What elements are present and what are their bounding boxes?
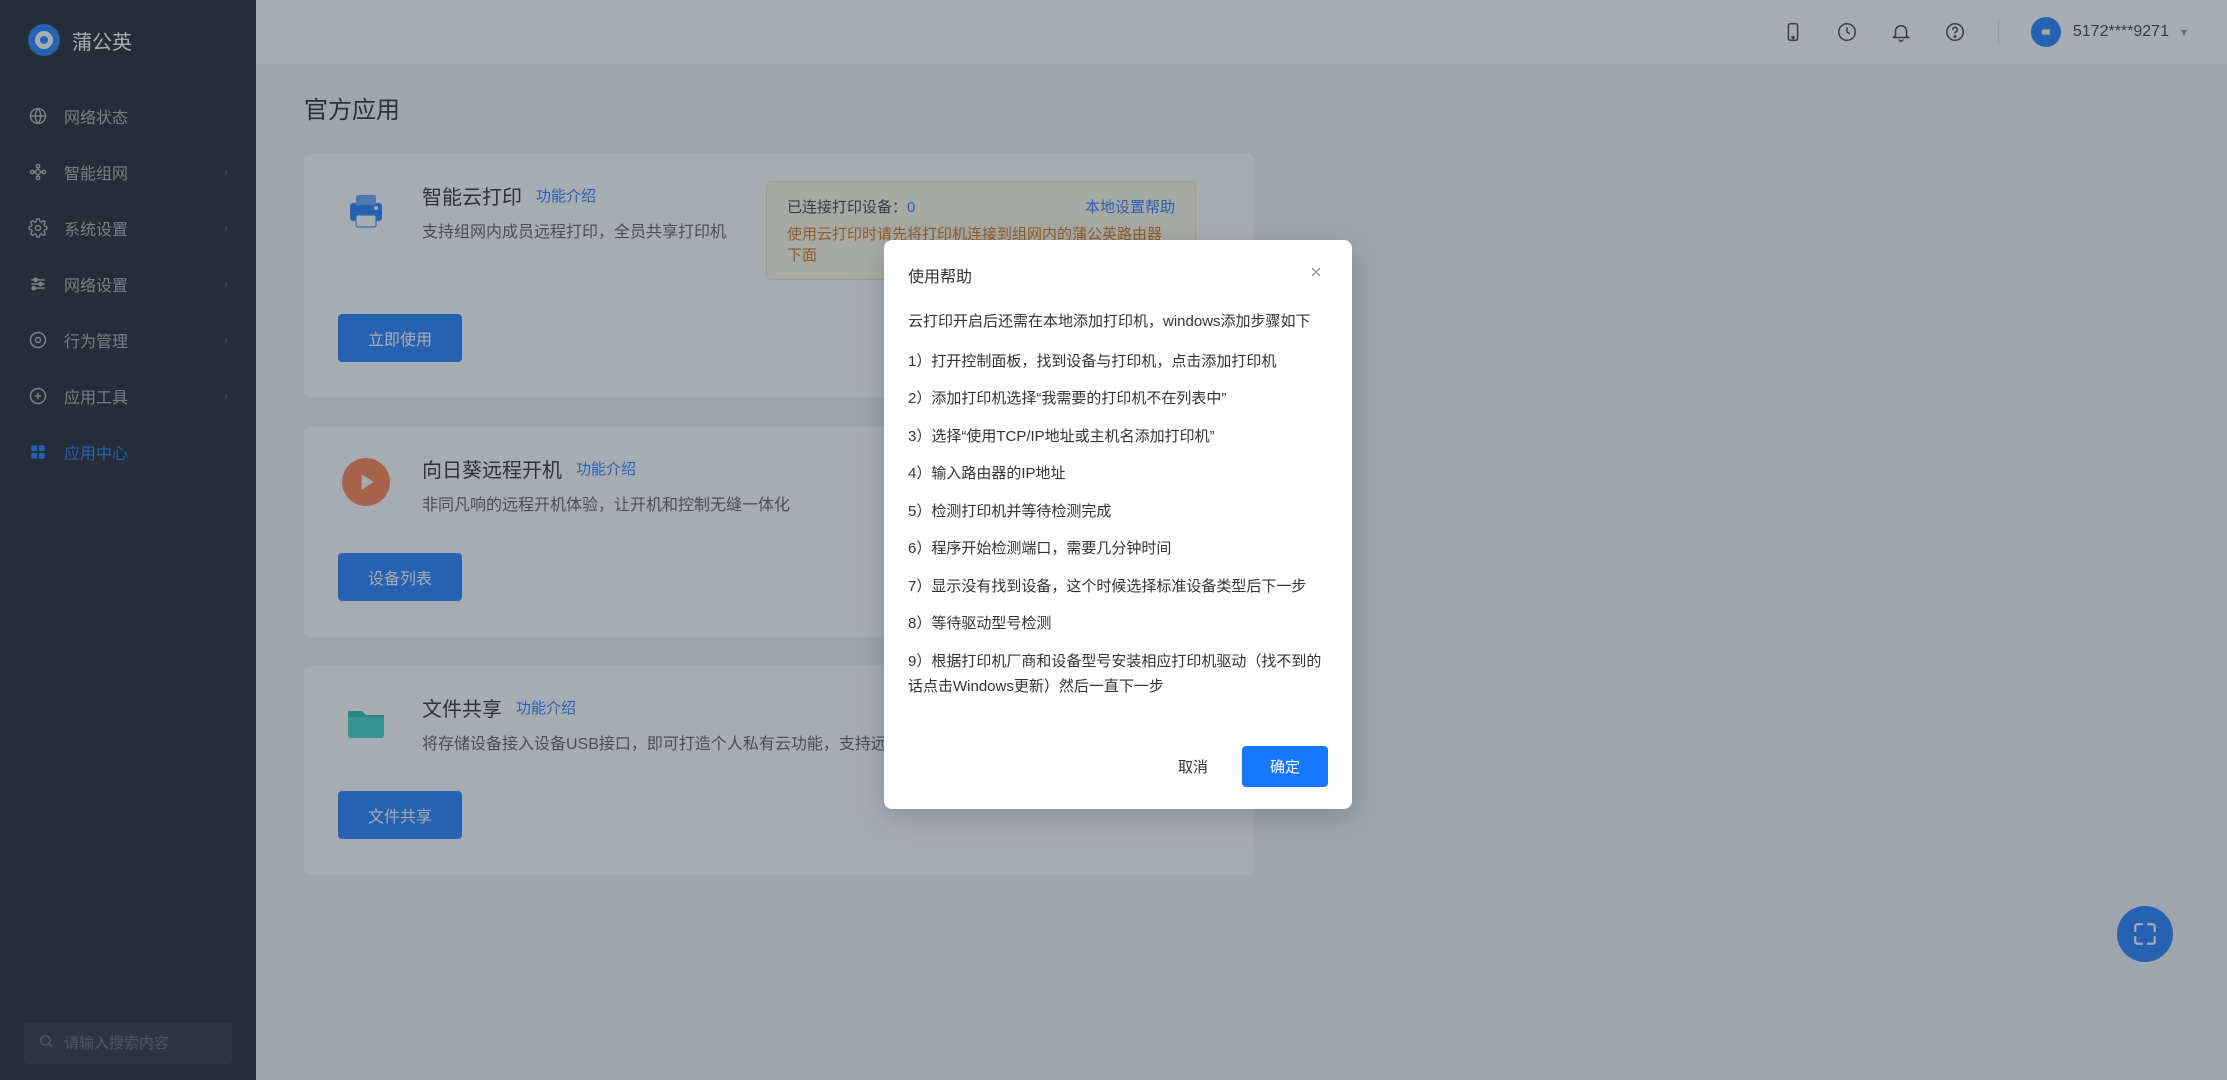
modal-intro: 云打印开启后还需在本地添加打印机，windows添加步骤如下 — [908, 309, 1328, 335]
close-icon[interactable] — [1304, 260, 1328, 289]
modal-step: 4）输入路由器的IP地址 — [908, 461, 1328, 487]
modal-step: 1）打开控制面板，找到设备与打印机，点击添加打印机 — [908, 349, 1328, 375]
confirm-button[interactable]: 确定 — [1242, 746, 1328, 787]
cancel-button[interactable]: 取消 — [1158, 746, 1228, 787]
modal-step: 7）显示没有找到设备，这个时候选择标准设备类型后下一步 — [908, 574, 1328, 600]
modal-step: 5）检测打印机并等待检测完成 — [908, 499, 1328, 525]
modal-title: 使用帮助 — [908, 263, 972, 287]
modal-step: 3）选择“使用TCP/IP地址或主机名添加打印机” — [908, 424, 1328, 450]
modal-step: 2）添加打印机选择“我需要的打印机不在列表中” — [908, 386, 1328, 412]
modal-step: 9）根据打印机厂商和设备型号安装相应打印机驱动（找不到的话点击Windows更新… — [908, 649, 1328, 700]
modal-step: 8）等待驱动型号检测 — [908, 611, 1328, 637]
help-modal: 使用帮助 云打印开启后还需在本地添加打印机，windows添加步骤如下 1）打开… — [884, 240, 1352, 809]
modal-step: 6）程序开始检测端口，需要几分钟时间 — [908, 536, 1328, 562]
